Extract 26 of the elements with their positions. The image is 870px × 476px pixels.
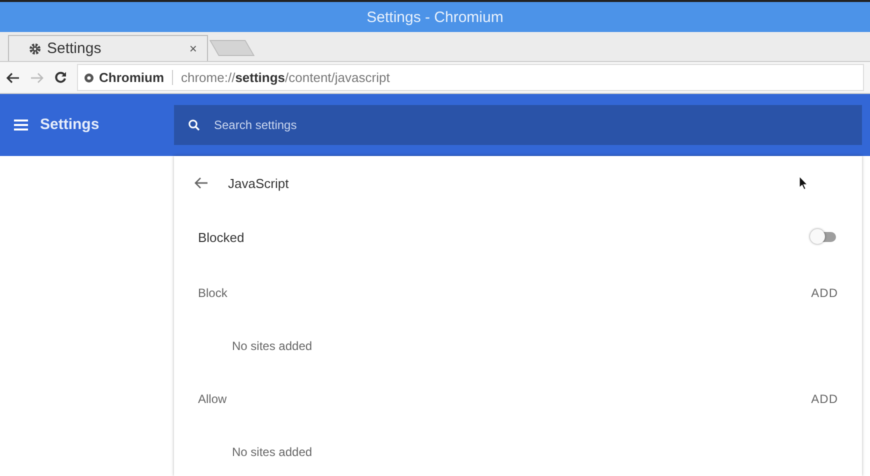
site-icon bbox=[84, 72, 94, 83]
cursor-icon bbox=[799, 176, 808, 190]
search-icon bbox=[188, 118, 200, 131]
gear-icon bbox=[29, 42, 41, 55]
reload-icon[interactable] bbox=[54, 71, 67, 84]
empty-message: No sites added bbox=[232, 339, 312, 353]
back-icon[interactable] bbox=[6, 72, 20, 84]
empty-message: No sites added bbox=[232, 445, 312, 459]
toggle-switch[interactable] bbox=[810, 229, 838, 245]
section-label: Allow bbox=[198, 392, 227, 406]
close-tab-button[interactable]: × bbox=[189, 41, 197, 56]
page-title: JavaScript bbox=[228, 176, 290, 190]
url-text: chrome://settings/content/javascript bbox=[181, 70, 390, 86]
site-name: Chromium bbox=[99, 70, 164, 86]
search-field[interactable]: Search settings bbox=[174, 104, 862, 145]
back-arrow-icon[interactable] bbox=[194, 177, 208, 189]
add-button[interactable]: ADD bbox=[811, 392, 838, 406]
tab-title: Settings bbox=[47, 40, 102, 58]
section-label: Block bbox=[198, 286, 228, 300]
address-bar[interactable]: Chromium chrome://settings/content/javascript bbox=[77, 64, 864, 92]
menu-icon[interactable] bbox=[14, 118, 28, 131]
window-title: Settings - Chromium bbox=[366, 8, 504, 26]
settings-title: Settings bbox=[40, 116, 100, 134]
setting-label: Blocked bbox=[198, 230, 244, 244]
browser-tab[interactable]: Settings × bbox=[8, 35, 208, 62]
add-button[interactable]: ADD bbox=[811, 286, 838, 300]
